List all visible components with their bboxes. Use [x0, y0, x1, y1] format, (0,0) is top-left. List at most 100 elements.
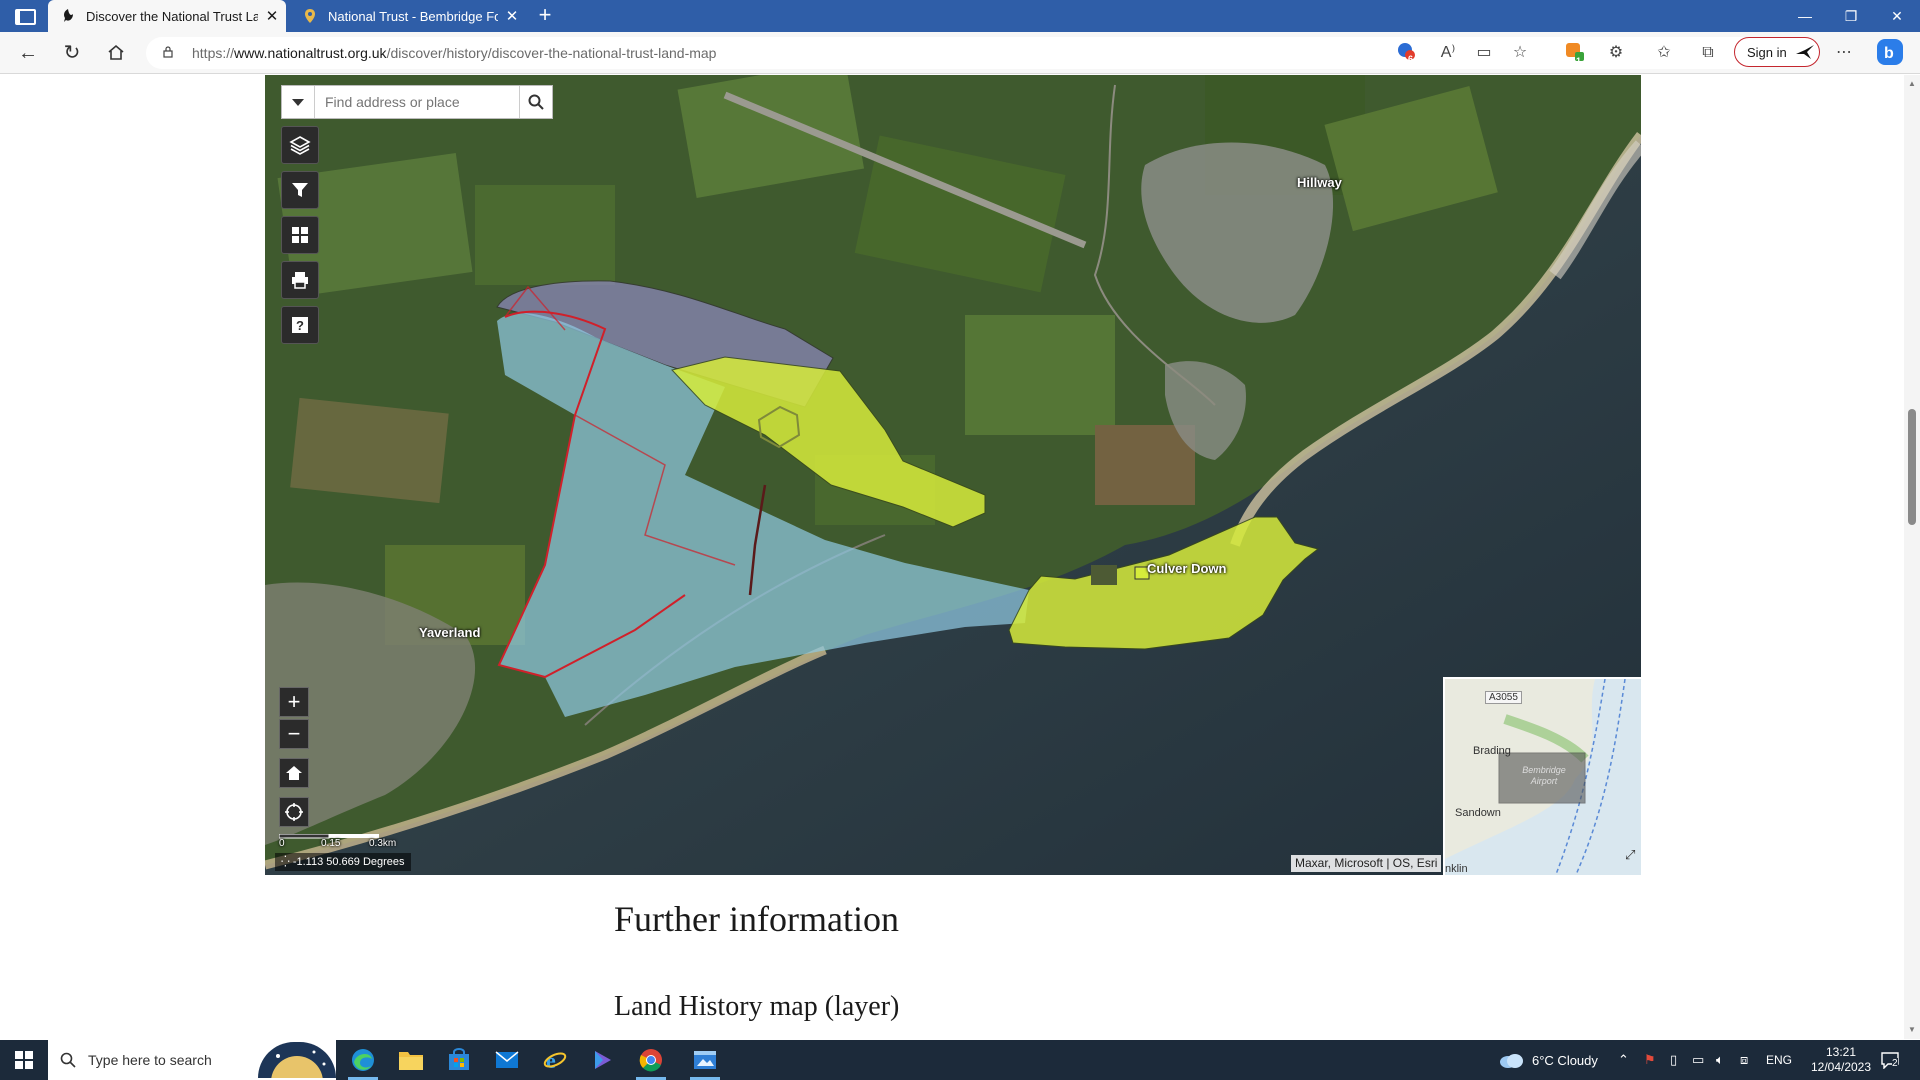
taskbar-microsoft-store[interactable] — [436, 1040, 482, 1080]
map-search-input[interactable] — [315, 86, 519, 118]
add-favorite-icon[interactable]: ☆ — [1508, 41, 1532, 65]
taskbar-internet-explorer[interactable]: e — [532, 1040, 578, 1080]
more-options-icon[interactable]: ⋯ — [1832, 41, 1856, 65]
scale-label: 0.15 — [321, 838, 341, 849]
scale-bar: 0 0.15 0.3km — [279, 834, 399, 849]
extensions-puzzle-icon[interactable]: ⚙ — [1604, 41, 1628, 65]
zoom-out-button[interactable]: − — [279, 719, 309, 749]
basemap-gallery-button[interactable] — [281, 216, 319, 254]
filter-icon — [292, 183, 308, 197]
coordinate-text: -1.113 50.669 Degrees — [292, 856, 405, 868]
place-label-yaverland: Yaverland — [419, 625, 481, 640]
browser-toolbar: ← ↻ https://www.nationaltrust.org.uk/dis… — [0, 32, 1920, 74]
overview-label-shanklin: nklin — [1445, 863, 1468, 875]
overview-label-bembridge-airport: Bembridge Airport — [1522, 765, 1566, 786]
search-icon — [60, 1052, 76, 1068]
sign-in-button[interactable]: Sign in — [1734, 37, 1820, 67]
tab-actions-menu-icon[interactable] — [10, 6, 36, 26]
tab-title: Discover the National Trust Land — [86, 8, 258, 24]
close-window-icon[interactable]: ✕ — [1874, 0, 1920, 32]
tab-discover-land-map[interactable]: Discover the National Trust Land ✕ — [48, 0, 286, 32]
close-tab-icon[interactable]: ✕ — [498, 7, 526, 25]
notification-count: 2 — [1892, 1058, 1898, 1069]
security-tray-icon[interactable]: ⚑ — [1644, 1040, 1656, 1080]
scroll-down-icon[interactable]: ▼ — [1907, 1025, 1917, 1034]
browser-tab-bar: Discover the National Trust Land ✕ Natio… — [0, 0, 1920, 32]
layers-button[interactable] — [281, 126, 319, 164]
crosshair-icon: ⁛ — [281, 856, 293, 868]
scrollbar-thumb[interactable] — [1908, 409, 1916, 525]
notification-center-icon[interactable]: 2 — [1880, 1040, 1900, 1080]
windows-logo-icon — [15, 1051, 33, 1069]
scroll-up-icon[interactable]: ▲ — [1907, 79, 1917, 88]
bing-copilot-icon[interactable]: b — [1876, 38, 1904, 66]
taskbar-search-box[interactable]: Type here to search — [48, 1040, 336, 1080]
overview-map[interactable]: A3055 Brading Bembridge Airport Sandown … — [1443, 677, 1641, 875]
taskbar-window-app[interactable] — [682, 1040, 728, 1080]
input-language[interactable]: ENG — [1766, 1040, 1792, 1080]
windows-taskbar: Type here to search e 6°C Cloudy ⌃ ⚑ ▯ ▭… — [0, 1040, 1920, 1080]
new-tab-icon[interactable]: + — [532, 3, 558, 29]
tab-title: National Trust - Bembridge Fort — [328, 8, 498, 24]
expand-overview-icon[interactable]: ⤢ — [1625, 847, 1635, 863]
help-button[interactable]: ? — [281, 306, 319, 344]
page-scrollbar[interactable]: ▲ ▼ — [1904, 75, 1920, 1039]
minimize-icon[interactable]: — — [1782, 0, 1828, 32]
display-tray-icon[interactable]: ⧈ — [1740, 1040, 1748, 1080]
land-history-map[interactable]: Hillway Culver Down Yaverland ? + − 0 0 — [265, 75, 1641, 875]
read-aloud-icon[interactable]: A⁾ — [1436, 41, 1460, 65]
collections-icon[interactable]: ⧉ — [1696, 41, 1720, 65]
taskbar-edge[interactable] — [340, 1040, 386, 1080]
print-button[interactable] — [281, 261, 319, 299]
filter-button[interactable] — [281, 171, 319, 209]
map-search-button[interactable] — [519, 86, 552, 118]
road-shield-a3055: A3055 — [1485, 691, 1522, 704]
network-icon[interactable]: ▭ — [1692, 1040, 1704, 1080]
search-source-dropdown[interactable] — [282, 86, 315, 118]
refresh-icon[interactable]: ↻ — [58, 40, 86, 66]
home-icon — [286, 766, 302, 780]
taskbar-chrome[interactable] — [628, 1040, 674, 1080]
device-tray-icon[interactable]: ▯ — [1670, 1040, 1677, 1080]
zoom-in-button[interactable]: + — [279, 687, 309, 717]
close-tab-icon[interactable]: ✕ — [258, 7, 286, 25]
immersive-reader-icon[interactable]: ▭ — [1472, 41, 1496, 65]
home-extent-button[interactable] — [279, 758, 309, 788]
back-arrow-icon[interactable]: ← — [14, 40, 42, 66]
url-host: www.nationaltrust.org.uk — [234, 45, 387, 61]
restore-icon[interactable]: ❐ — [1828, 0, 1874, 32]
profile-avatar-icon — [1793, 41, 1816, 63]
folder-icon — [399, 1052, 423, 1070]
window-app-icon — [694, 1051, 716, 1069]
url-text[interactable]: https://www.nationaltrust.org.uk/discove… — [192, 45, 716, 61]
national-trust-oak-leaf-icon — [60, 8, 76, 24]
url-scheme: https:// — [192, 45, 235, 61]
taskbar-mail[interactable] — [484, 1040, 530, 1080]
locate-button[interactable] — [279, 797, 309, 827]
tracking-badge-count: 6 — [1408, 54, 1414, 64]
start-button[interactable] — [0, 1040, 48, 1080]
clock[interactable]: 13:21 12/04/2023 — [1806, 1040, 1876, 1080]
overview-label-sandown: Sandown — [1455, 807, 1501, 819]
chrome-icon — [639, 1049, 662, 1072]
locate-icon — [285, 803, 303, 821]
print-icon — [292, 272, 308, 289]
further-information-heading: Further information — [614, 899, 899, 939]
tab-bembridge-fort[interactable]: National Trust - Bembridge Fort ✕ — [290, 0, 526, 32]
overview-label-brading: Brading — [1473, 745, 1511, 757]
mail-icon — [495, 1051, 519, 1068]
cloud-icon — [1500, 1054, 1523, 1068]
volume-icon[interactable]: 🔈︎ — [1716, 1040, 1724, 1080]
lock-icon[interactable] — [162, 46, 174, 58]
show-hidden-icons[interactable]: ⌃ — [1618, 1040, 1629, 1080]
tracking-prevention-icon[interactable]: 6 — [1394, 41, 1418, 65]
search-highlight-image[interactable] — [258, 1042, 336, 1078]
weather-widget[interactable]: 6°C Cloudy — [1498, 1040, 1598, 1080]
extension-icon[interactable]: 1 — [1562, 41, 1586, 66]
plus-icon: + — [287, 689, 301, 714]
taskbar-media-app[interactable] — [580, 1040, 626, 1080]
favorites-icon[interactable]: ✩ — [1652, 41, 1676, 65]
taskbar-file-explorer[interactable] — [388, 1040, 434, 1080]
home-icon[interactable] — [102, 40, 130, 66]
coordinate-readout[interactable]: ⁛ -1.113 50.669 Degrees — [275, 853, 411, 871]
